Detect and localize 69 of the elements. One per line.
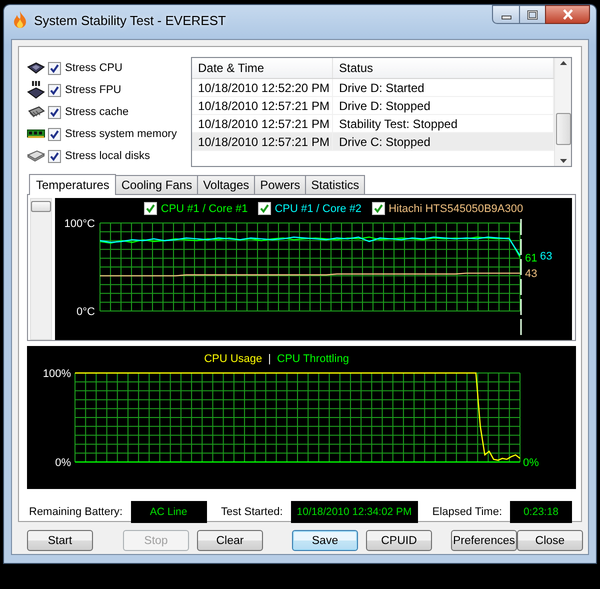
memory-chip-icon (27, 106, 45, 118)
flame-icon (12, 11, 28, 29)
legend-label: Hitachi HTS545050B9A300 (388, 202, 524, 214)
tab[interactable]: Statistics (305, 175, 366, 194)
checkbox[interactable] (48, 106, 61, 118)
column-header[interactable]: Date & Time (192, 58, 333, 78)
tab[interactable]: Powers (254, 175, 306, 194)
value-display: AC Line (130, 501, 207, 523)
current-reading: 61 (525, 252, 538, 264)
action-button[interactable]: CPUID (366, 530, 432, 551)
scroll-down-icon[interactable] (560, 159, 566, 163)
current-reading: 0% (523, 457, 539, 469)
axis-label: 0°C (76, 306, 95, 318)
value-display: 0:23:18 (510, 501, 572, 523)
scrollbar-thumb[interactable] (556, 113, 570, 145)
checkbox[interactable] (258, 202, 271, 215)
window-title: System Stability Test - EVEREST (34, 12, 227, 28)
checkbox[interactable] (144, 202, 157, 215)
table-cell: 10/18/2010 12:57:21 PM (192, 133, 333, 150)
tab[interactable]: Voltages (197, 175, 256, 194)
memory-module-icon (27, 129, 45, 139)
table-cell: 10/18/2010 12:52:20 PM (192, 79, 333, 96)
field-label: Elapsed Time: (432, 506, 502, 518)
tab[interactable]: Cooling Fans (115, 175, 198, 194)
field-label: Remaining Battery: (29, 506, 123, 518)
option-label[interactable]: Stress cache (65, 106, 129, 118)
legend-separator: | (268, 352, 271, 364)
checkbox[interactable] (48, 150, 61, 162)
maximize-icon (527, 10, 538, 20)
option-label[interactable]: Stress system memory (65, 128, 177, 140)
maximize-button[interactable] (519, 5, 545, 24)
checkbox[interactable] (48, 84, 61, 96)
legend-label: CPU Usage (204, 352, 262, 364)
legend-label: CPU #1 / Core #1 (160, 202, 248, 214)
checkbox[interactable] (48, 62, 61, 74)
field-label: Test Started: (221, 506, 283, 518)
action-button[interactable]: Clear (197, 530, 263, 551)
checkbox[interactable] (48, 128, 61, 140)
action-button[interactable]: Start (27, 530, 93, 551)
close-button[interactable] (545, 5, 590, 24)
value-display: 10/18/2010 12:34:02 PM (290, 501, 418, 523)
tab[interactable]: Temperatures (29, 174, 116, 195)
chip-icon (27, 81, 45, 99)
chip-icon (27, 62, 45, 74)
table-cell: 10/18/2010 12:57:21 PM (192, 115, 333, 132)
current-reading: 43 (525, 268, 538, 280)
action-button[interactable]: Save (292, 530, 358, 551)
log-row[interactable]: 10/18/2010 12:52:20 PM Drive D: Started (192, 79, 554, 97)
slider-handle[interactable] (31, 201, 51, 212)
log-row[interactable]: 10/18/2010 12:57:21 PM Drive D: Stopped (192, 97, 554, 115)
scroll-up-icon[interactable] (560, 61, 566, 65)
minimize-button[interactable] (492, 5, 519, 24)
legend-label: CPU #1 / Core #2 (274, 202, 362, 214)
axis-label: 0% (55, 457, 71, 469)
table-cell: 10/18/2010 12:57:21 PM (192, 97, 333, 114)
option-label[interactable]: Stress CPU (65, 62, 122, 74)
option-label[interactable]: Stress FPU (65, 84, 122, 96)
axis-label: 100% (42, 369, 71, 380)
option-label[interactable]: Stress local disks (65, 150, 150, 162)
legend-label: CPU Throttling (277, 352, 349, 364)
disk-drive-icon (27, 150, 45, 162)
close-icon (562, 9, 574, 20)
log-row[interactable]: 10/18/2010 12:57:21 PM Drive C: Stopped (192, 133, 554, 151)
slider-track[interactable] (30, 198, 52, 340)
action-button[interactable]: Preferences (451, 530, 517, 551)
current-reading: 63 (540, 250, 552, 263)
axis-label: 100°C (64, 218, 95, 230)
checkbox[interactable] (372, 202, 385, 215)
action-button[interactable]: Close (517, 530, 583, 551)
